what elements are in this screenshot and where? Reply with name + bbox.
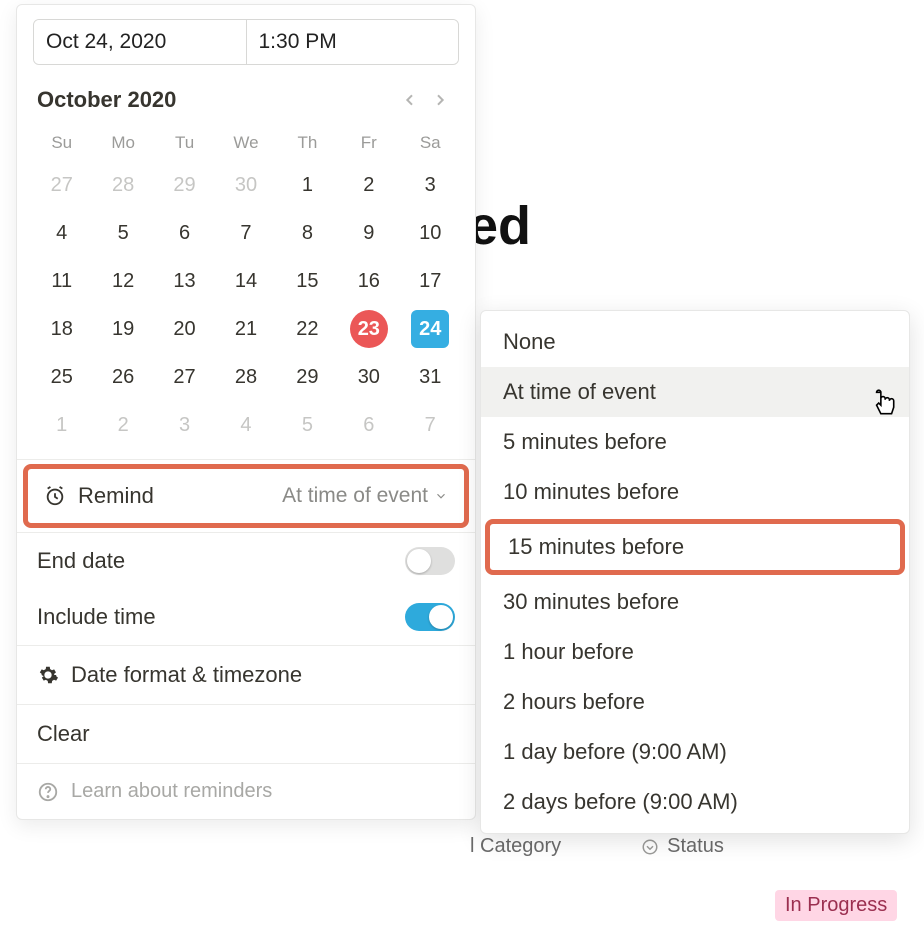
calendar-day[interactable]: 9 xyxy=(338,209,399,257)
end-date-label: End date xyxy=(37,548,405,574)
reminder-option[interactable]: None xyxy=(481,317,909,367)
calendar-day[interactable]: 4 xyxy=(31,209,92,257)
column-label: Status xyxy=(667,835,724,858)
calendar-day[interactable]: 8 xyxy=(277,209,338,257)
calendar-day[interactable]: 7 xyxy=(215,209,276,257)
calendar-day[interactable]: 4 xyxy=(215,401,276,449)
table-header: l Category Status xyxy=(470,835,724,858)
gear-icon xyxy=(37,664,59,686)
clear-label: Clear xyxy=(37,721,90,747)
calendar-day[interactable]: 21 xyxy=(215,305,276,353)
month-label: October 2020 xyxy=(37,87,395,113)
calendar-header: October 2020 xyxy=(17,75,475,121)
calendar-day[interactable]: 3 xyxy=(154,401,215,449)
chevron-down-icon xyxy=(434,489,448,503)
weekday-label: Sa xyxy=(400,125,461,161)
calendar-day[interactable]: 22 xyxy=(277,305,338,353)
calendar-day[interactable]: 27 xyxy=(31,161,92,209)
remind-value: At time of event xyxy=(282,484,448,508)
chevron-right-icon xyxy=(432,92,448,108)
date-picker-panel: Oct 24, 2020 1:30 PM October 2020 SuMoTu… xyxy=(16,4,476,820)
weekday-label: We xyxy=(215,125,276,161)
end-date-row: End date xyxy=(17,533,475,589)
reminder-option[interactable]: 15 minutes before xyxy=(485,519,905,575)
weekday-label: Mo xyxy=(92,125,153,161)
calendar-day[interactable]: 29 xyxy=(277,353,338,401)
date-time-inputs: Oct 24, 2020 1:30 PM xyxy=(33,19,459,65)
calendar-day[interactable]: 26 xyxy=(92,353,153,401)
reminder-option[interactable]: 1 hour before xyxy=(481,627,909,677)
calendar-day[interactable]: 13 xyxy=(154,257,215,305)
calendar-day[interactable]: 28 xyxy=(215,353,276,401)
calendar-day[interactable]: 3 xyxy=(400,161,461,209)
weekday-label: Fr xyxy=(338,125,399,161)
column-status[interactable]: Status xyxy=(641,835,724,858)
calendar-day[interactable]: 1 xyxy=(277,161,338,209)
reminder-option[interactable]: 2 hours before xyxy=(481,677,909,727)
calendar-day[interactable]: 7 xyxy=(400,401,461,449)
learn-reminders-link[interactable]: Learn about reminders xyxy=(17,764,475,819)
weekday-label: Tu xyxy=(154,125,215,161)
clear-button[interactable]: Clear xyxy=(17,705,475,763)
prev-month-button[interactable] xyxy=(395,85,425,115)
calendar-day[interactable]: 16 xyxy=(338,257,399,305)
calendar-day[interactable]: 20 xyxy=(154,305,215,353)
end-date-toggle[interactable] xyxy=(405,547,455,575)
calendar-day[interactable]: 10 xyxy=(400,209,461,257)
calendar-day[interactable]: 2 xyxy=(92,401,153,449)
calendar-day[interactable]: 30 xyxy=(338,353,399,401)
weekday-label: Su xyxy=(31,125,92,161)
calendar-day[interactable]: 25 xyxy=(31,353,92,401)
column-category[interactable]: l Category xyxy=(470,835,561,858)
calendar-day[interactable]: 29 xyxy=(154,161,215,209)
calendar-day[interactable]: 18 xyxy=(31,305,92,353)
calendar-day[interactable]: 27 xyxy=(154,353,215,401)
calendar-day[interactable]: 6 xyxy=(154,209,215,257)
status-badge[interactable]: In Progress xyxy=(775,890,897,921)
calendar-day[interactable]: 28 xyxy=(92,161,153,209)
calendar-day[interactable]: 19 xyxy=(92,305,153,353)
time-input[interactable]: 1:30 PM xyxy=(246,20,459,64)
calendar-day[interactable]: 1 xyxy=(31,401,92,449)
date-input[interactable]: Oct 24, 2020 xyxy=(34,20,246,64)
column-label: l Category xyxy=(470,835,561,858)
include-time-label: Include time xyxy=(37,604,405,630)
calendar-day[interactable]: 12 xyxy=(92,257,153,305)
reminder-option[interactable]: 2 days before (9:00 AM) xyxy=(481,777,909,827)
calendar-day[interactable]: 5 xyxy=(92,209,153,257)
calendar-day[interactable]: 17 xyxy=(400,257,461,305)
reminder-option[interactable]: 5 minutes before xyxy=(481,417,909,467)
reminder-option[interactable]: 30 minutes before xyxy=(481,577,909,627)
calendar-day[interactable]: 2 xyxy=(338,161,399,209)
remind-row[interactable]: Remind At time of event xyxy=(23,464,469,528)
calendar-day[interactable]: 23 xyxy=(338,305,399,353)
include-time-row: Include time xyxy=(17,589,475,645)
calendar-day[interactable]: 14 xyxy=(215,257,276,305)
learn-reminders-label: Learn about reminders xyxy=(71,780,272,803)
remind-label: Remind xyxy=(78,483,154,509)
calendar-day[interactable]: 11 xyxy=(31,257,92,305)
calendar-grid: SuMoTuWeThFrSa 2728293012345678910111213… xyxy=(17,121,475,459)
reminder-menu: NoneAt time of event5 minutes before10 m… xyxy=(480,310,910,834)
alarm-icon xyxy=(44,485,70,507)
calendar-day[interactable]: 6 xyxy=(338,401,399,449)
calendar-day[interactable]: 15 xyxy=(277,257,338,305)
date-format-row[interactable]: Date format & timezone xyxy=(17,646,475,704)
include-time-toggle[interactable] xyxy=(405,603,455,631)
reminder-option[interactable]: 1 day before (9:00 AM) xyxy=(481,727,909,777)
date-format-label: Date format & timezone xyxy=(71,662,302,688)
calendar-day[interactable]: 24 xyxy=(400,305,461,353)
reminder-option[interactable]: At time of event xyxy=(481,367,909,417)
calendar-day[interactable]: 30 xyxy=(215,161,276,209)
chevron-left-icon xyxy=(402,92,418,108)
help-icon xyxy=(37,781,59,803)
reminder-option[interactable]: 10 minutes before xyxy=(481,467,909,517)
next-month-button[interactable] xyxy=(425,85,455,115)
calendar-day[interactable]: 5 xyxy=(277,401,338,449)
weekday-label: Th xyxy=(277,125,338,161)
chevron-down-circle-icon xyxy=(641,838,659,856)
calendar-day[interactable]: 31 xyxy=(400,353,461,401)
